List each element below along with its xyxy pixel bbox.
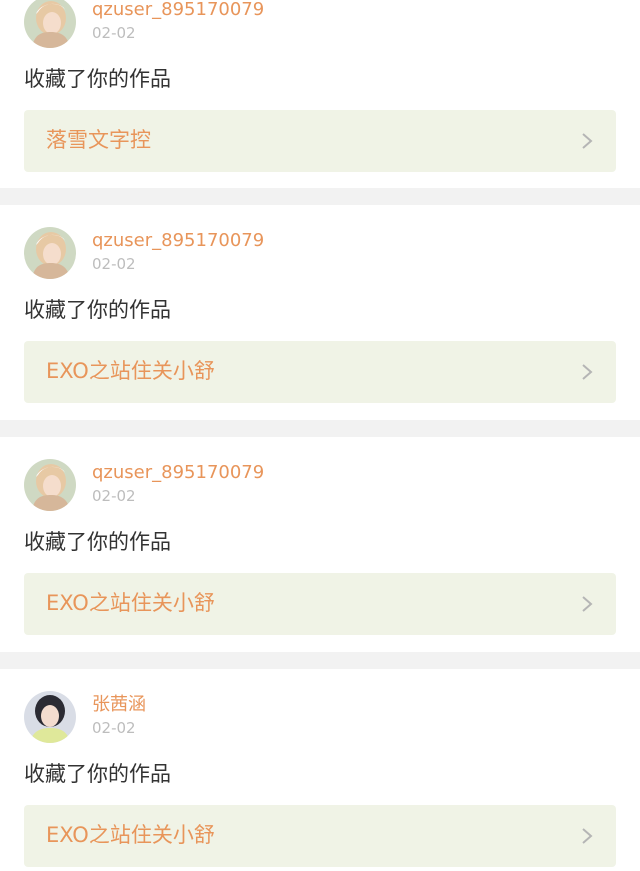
favorites-feed: qzuser_895170079 02-02 收藏了你的作品 落雪文字控 qzu…	[0, 0, 640, 871]
feed-item: qzuser_895170079 02-02 收藏了你的作品 EXO之站住关小舒	[0, 205, 640, 420]
chevron-right-icon	[582, 596, 593, 612]
feed-item: qzuser_895170079 02-02 收藏了你的作品 落雪文字控	[0, 0, 640, 188]
user-avatar-icon	[24, 691, 76, 743]
chevron-right-icon	[582, 364, 593, 380]
user-avatar[interactable]	[24, 0, 76, 48]
timestamp: 02-02	[92, 24, 136, 42]
user-avatar-icon	[24, 459, 76, 511]
username[interactable]: qzuser_895170079	[92, 0, 264, 21]
username[interactable]: qzuser_895170079	[92, 230, 264, 252]
work-link[interactable]: 落雪文字控	[24, 110, 616, 172]
user-avatar[interactable]	[24, 459, 76, 511]
chevron-right-icon	[582, 828, 593, 844]
chevron-right-icon	[582, 133, 593, 149]
feed-item-header: 张茜涵 02-02	[24, 691, 624, 747]
activity-text: 收藏了你的作品	[24, 298, 171, 322]
timestamp: 02-02	[92, 487, 136, 505]
work-title: EXO之站住关小舒	[46, 823, 215, 847]
work-title: 落雪文字控	[46, 128, 151, 152]
timestamp: 02-02	[92, 719, 136, 737]
activity-text: 收藏了你的作品	[24, 530, 171, 554]
activity-text: 收藏了你的作品	[24, 67, 171, 91]
user-avatar[interactable]	[24, 227, 76, 279]
work-link[interactable]: EXO之站住关小舒	[24, 805, 616, 867]
work-title: EXO之站住关小舒	[46, 359, 215, 383]
feed-item-header: qzuser_895170079 02-02	[24, 227, 624, 283]
user-avatar-icon	[24, 227, 76, 279]
feed-item-header: qzuser_895170079 02-02	[24, 0, 624, 52]
activity-text: 收藏了你的作品	[24, 762, 171, 786]
timestamp: 02-02	[92, 255, 136, 273]
username[interactable]: qzuser_895170079	[92, 462, 264, 484]
work-link[interactable]: EXO之站住关小舒	[24, 341, 616, 403]
work-link[interactable]: EXO之站住关小舒	[24, 573, 616, 635]
feed-item: 张茜涵 02-02 收藏了你的作品 EXO之站住关小舒	[0, 669, 640, 871]
username[interactable]: 张茜涵	[92, 694, 146, 716]
feed-item-header: qzuser_895170079 02-02	[24, 459, 624, 515]
feed-item: qzuser_895170079 02-02 收藏了你的作品 EXO之站住关小舒	[0, 437, 640, 652]
user-avatar[interactable]	[24, 691, 76, 743]
user-avatar-icon	[24, 0, 76, 48]
work-title: EXO之站住关小舒	[46, 591, 215, 615]
